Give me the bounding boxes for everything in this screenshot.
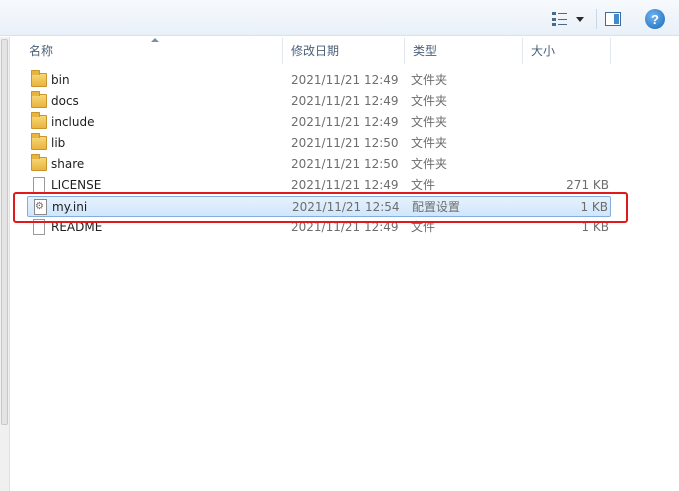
toolbar-divider [596,9,597,29]
annotation-highlight-box [13,192,628,223]
file-type: 文件夹 [411,157,448,171]
file-name: bin [51,73,70,87]
help-button[interactable]: ? [645,7,673,31]
file-type: 文件夹 [411,73,448,87]
list-item[interactable]: docs 2021/11/21 12:49 文件夹 [27,91,611,112]
file-date-modified: 2021/11/21 12:49 [291,94,399,108]
list-item[interactable]: include 2021/11/21 12:49 文件夹 [27,112,611,133]
file-name: include [51,115,95,129]
file-date-modified: 2021/11/21 12:49 [291,73,399,87]
list-item[interactable]: lib 2021/11/21 12:50 文件夹 [27,133,611,154]
chevron-down-icon[interactable] [576,16,584,22]
column-header-date-modified[interactable]: 修改日期 [283,38,405,64]
file-date-modified: 2021/11/21 12:50 [291,136,399,150]
help-icon: ? [645,9,665,29]
list-item[interactable]: share 2021/11/21 12:50 文件夹 [27,154,611,175]
toolbar-right-group: ? [552,6,679,32]
file-name: docs [51,94,79,108]
folder-icon [31,91,47,108]
file-type: 文件夹 [411,115,448,129]
preview-pane-button[interactable] [605,7,639,31]
change-view-button[interactable] [552,7,584,31]
file-date-modified: 2021/11/21 12:50 [291,157,399,171]
column-header-size[interactable]: 大小 [523,38,611,64]
column-header-type[interactable]: 类型 [405,38,523,64]
scrollbar-thumb[interactable] [1,39,8,425]
file-date-modified: 2021/11/21 12:49 [291,115,399,129]
file-icon [33,177,45,193]
column-header-name[interactable]: 名称 [19,38,283,64]
preview-pane-icon [605,12,621,26]
list-item[interactable]: bin 2021/11/21 12:49 文件夹 [27,70,611,91]
file-type: 文件夹 [411,94,448,108]
column-header-row: 名称 修改日期 类型 大小 [11,38,679,64]
folder-icon [31,133,47,150]
folder-icon [31,70,47,87]
file-name: share [51,157,85,171]
file-type: 文件夹 [411,136,448,150]
explorer-toolbar: ? [0,0,679,36]
view-details-icon [552,12,568,26]
vertical-scrollbar[interactable] [0,37,10,491]
file-name: lib [51,136,66,150]
folder-icon [31,112,47,129]
folder-icon [31,154,47,171]
